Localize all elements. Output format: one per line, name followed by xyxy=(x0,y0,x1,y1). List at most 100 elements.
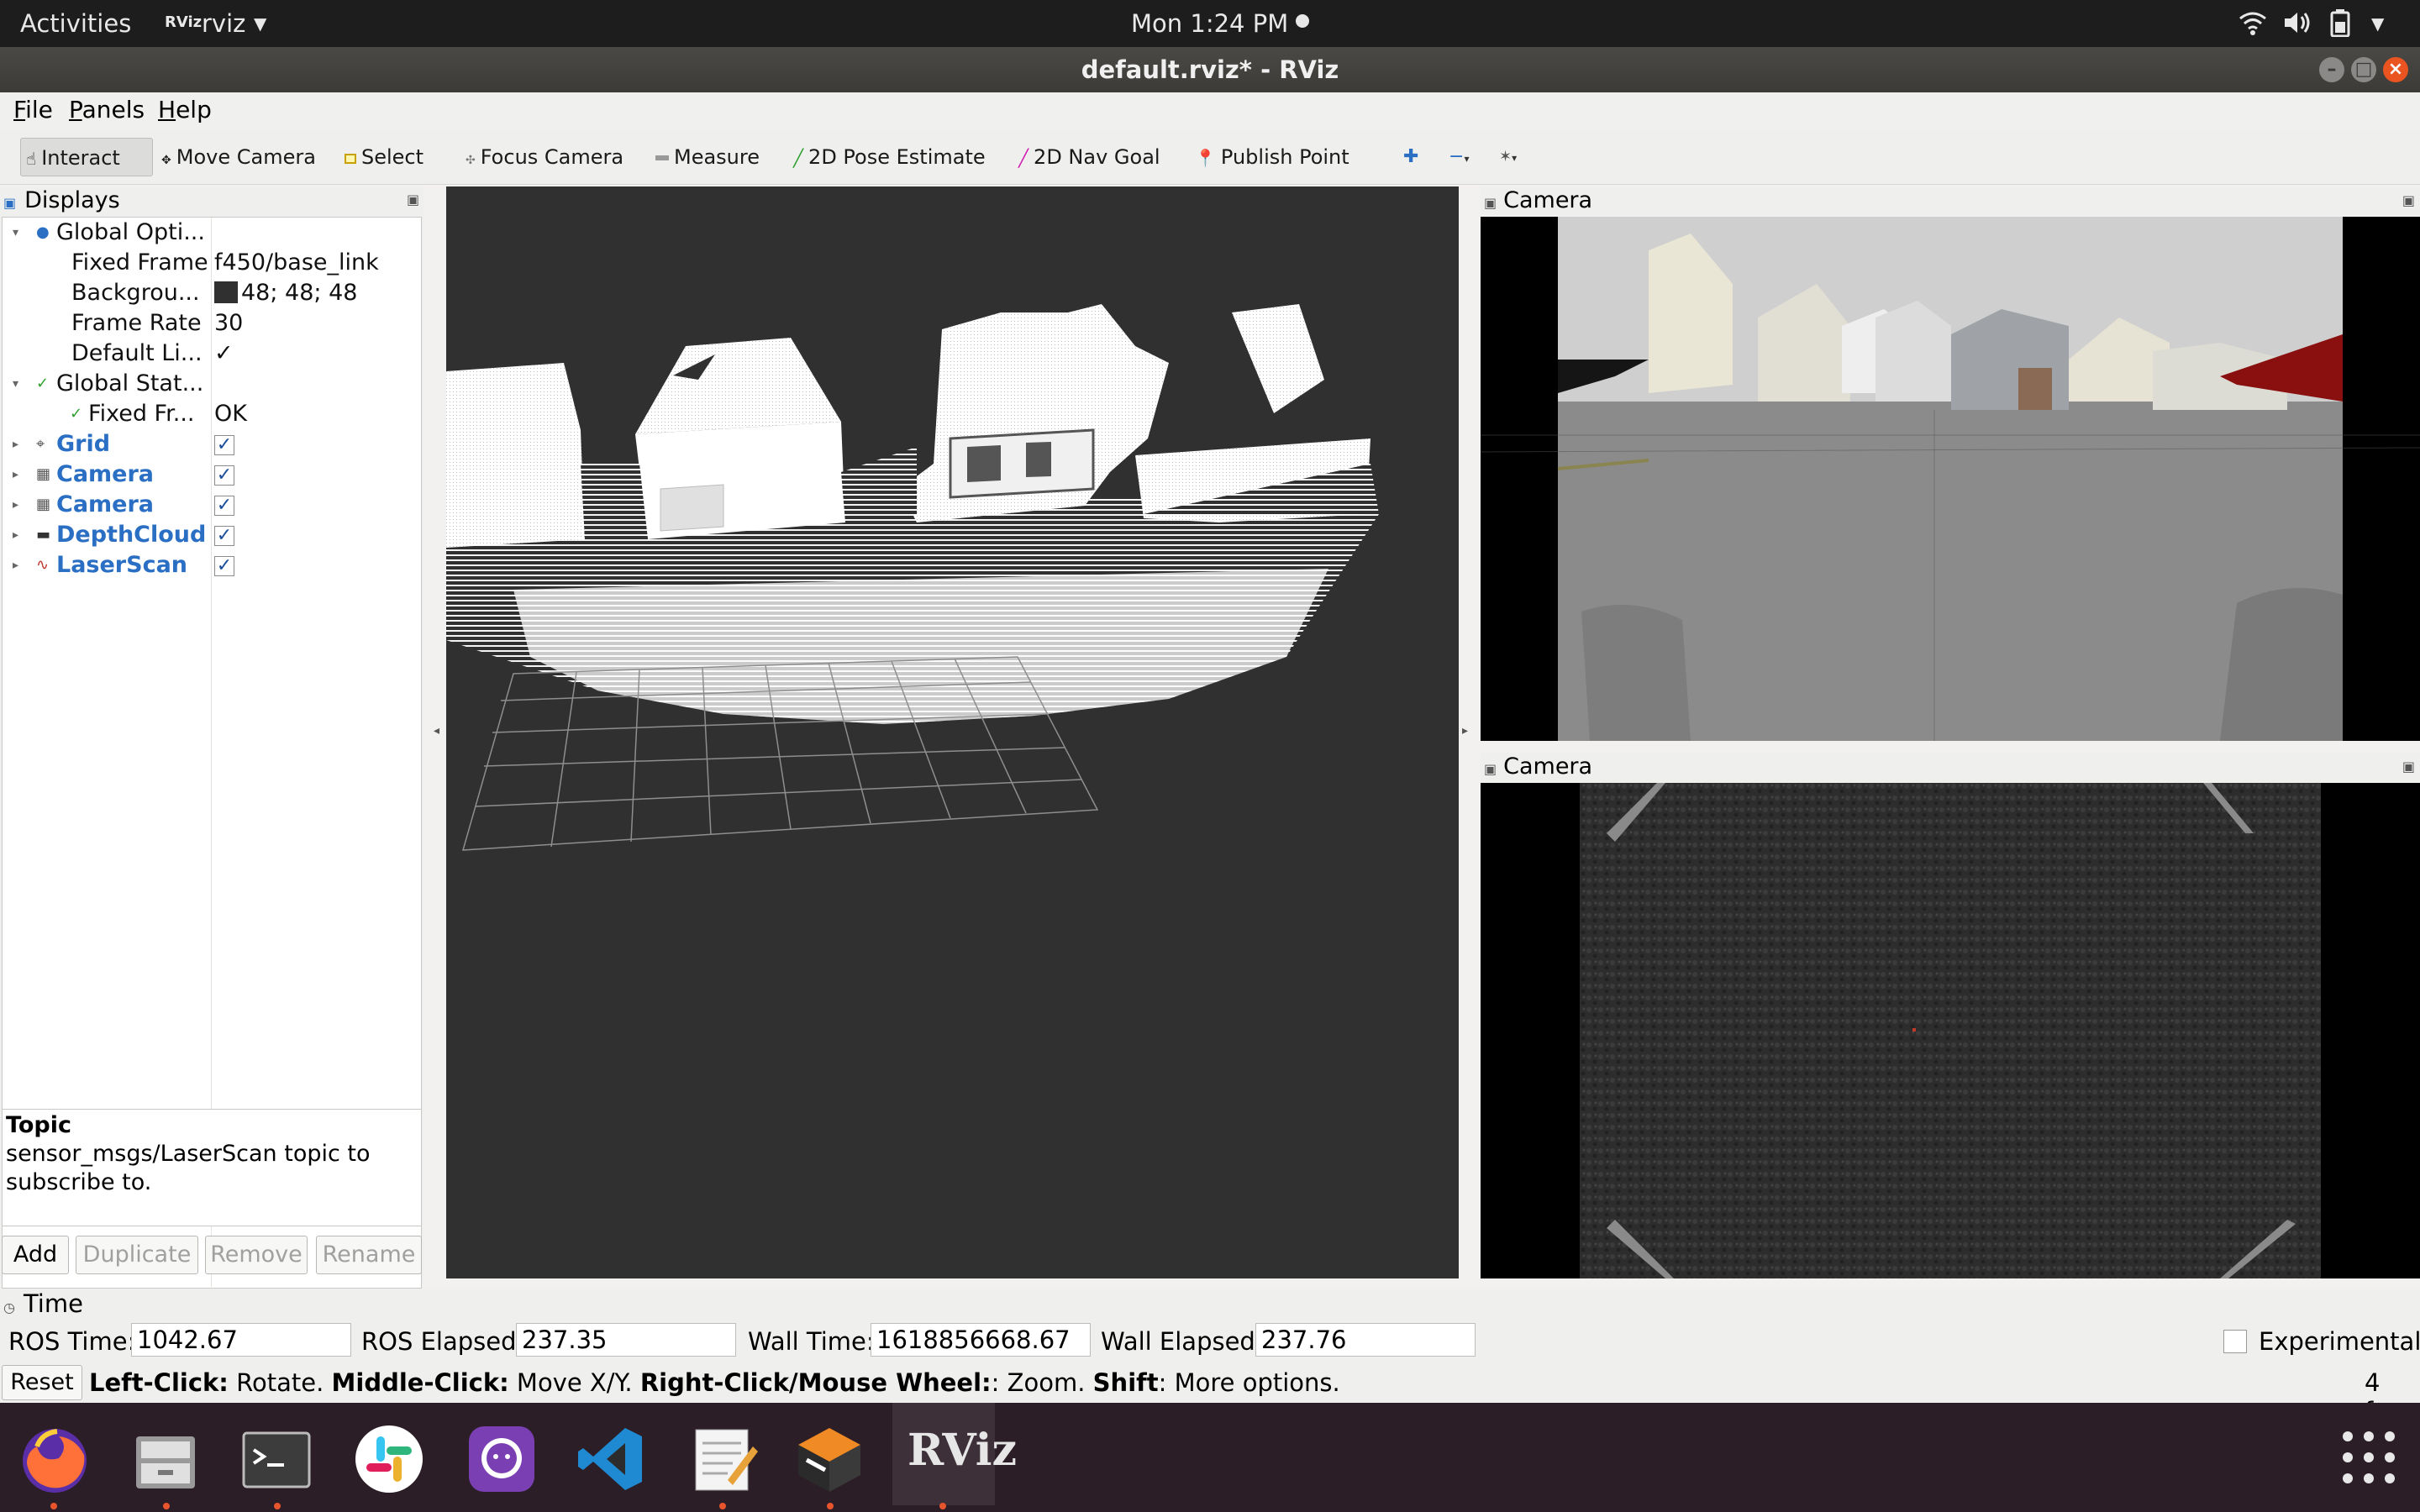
remove-tool-icon[interactable]: −▾ xyxy=(1444,138,1474,176)
expand-arrow-icon[interactable]: ▸ xyxy=(13,490,18,520)
tool-focus-camera[interactable]: ✣ Focus Camera xyxy=(460,138,629,176)
experimental-checkbox[interactable] xyxy=(2223,1330,2247,1353)
volume-icon[interactable] xyxy=(2282,10,2312,35)
camera-image-down[interactable] xyxy=(1481,783,2420,1278)
software-box-icon[interactable] xyxy=(792,1421,867,1497)
checkbox-checked[interactable]: ✓ xyxy=(214,339,234,369)
tree-row-name: Fixed Frame xyxy=(71,249,208,276)
expand-arrow-icon[interactable]: ▾ xyxy=(13,369,18,399)
tree-row-name: Fixed Fr... xyxy=(88,401,195,427)
3d-render-view[interactable] xyxy=(446,186,1459,1278)
camera-image-front[interactable] xyxy=(1481,217,2420,741)
hint-key: Right-Click/Mouse Wheel: xyxy=(639,1368,992,1397)
tool-2d-nav-goal[interactable]: ╱ 2D Nav Goal xyxy=(1013,138,1165,176)
remove-display-button[interactable]: Remove xyxy=(205,1236,308,1274)
menu-help[interactable]: Help xyxy=(158,96,212,123)
tool-select[interactable]: Select xyxy=(339,138,429,176)
add-display-button[interactable]: Add xyxy=(2,1236,69,1274)
show-applications-icon[interactable] xyxy=(2339,1428,2398,1487)
system-menu-chevron-icon[interactable]: ▼ xyxy=(2371,13,2384,34)
tool-measure[interactable]: Measure xyxy=(650,138,765,176)
terminal-icon[interactable] xyxy=(239,1421,314,1497)
depth-camera-icon: ▬ xyxy=(36,526,51,543)
tree-row-default-light[interactable]: Default Li... ✓ xyxy=(3,339,421,369)
enable-checkbox[interactable]: ✓ xyxy=(214,465,234,486)
tool-publish-point[interactable]: 📍 Publish Point xyxy=(1190,138,1355,176)
tree-row-fixed-frame[interactable]: Fixed Frame f450/base_link xyxy=(3,248,421,278)
wall-time-field[interactable]: 1618856668.67 xyxy=(871,1323,1091,1357)
menu-panels[interactable]: Panels xyxy=(69,96,145,123)
duplicate-display-button[interactable]: Duplicate xyxy=(76,1236,198,1274)
tree-row-name: Backgrou... xyxy=(71,280,200,306)
enable-checkbox[interactable]: ✓ xyxy=(214,526,234,546)
tree-row-camera-1[interactable]: ▸ ▦ Camera ✓ xyxy=(3,459,421,490)
reset-button[interactable]: Reset xyxy=(2,1365,82,1400)
camera-panel-header: ▣ Camera ▣ xyxy=(1481,753,2420,781)
tree-row-laserscan[interactable]: ▸ ∿ LaserScan ✓ xyxy=(3,550,421,580)
tree-row-global-options[interactable]: ▾ ● Global Opti... xyxy=(3,218,421,248)
camera-type-icon[interactable]: ✶▾ xyxy=(1494,138,1522,176)
splitter-left-arrow-icon[interactable]: ◂ xyxy=(434,724,439,738)
tool-move-camera[interactable]: ✥ Move Camera xyxy=(156,138,321,176)
tree-row-name: DepthCloud xyxy=(56,522,207,548)
camera-panel-title: Camera xyxy=(1503,753,1593,780)
tree-row-grid[interactable]: ▸ ⌖ Grid ✓ xyxy=(3,429,421,459)
tree-row-background-color[interactable]: Backgrou... 48; 48; 48 xyxy=(3,278,421,308)
focus-camera-icon: ✣ xyxy=(466,154,476,167)
tree-row-global-status[interactable]: ▾ ✓ Global Stat... xyxy=(3,369,421,399)
tree-row-frame-rate[interactable]: Frame Rate 30 xyxy=(3,308,421,339)
splitter-right-arrow-icon[interactable]: ▸ xyxy=(1462,724,1468,738)
battery-icon[interactable] xyxy=(2329,8,2351,37)
tree-row-fixed-frame-status[interactable]: ✓ Fixed Fr... OK xyxy=(3,399,421,429)
tree-row-name: LaserScan xyxy=(56,552,188,578)
text-editor-icon[interactable] xyxy=(686,1421,761,1497)
down-camera-scene xyxy=(1580,783,2321,1278)
github-desktop-icon[interactable] xyxy=(464,1421,539,1497)
tree-row-camera-2[interactable]: ▸ ▦ Camera ✓ xyxy=(3,490,421,520)
window-title-bar[interactable]: default.rviz* - RViz – □ × xyxy=(0,47,2420,92)
minimize-icon[interactable]: – xyxy=(2319,57,2344,82)
add-tool-icon[interactable]: ✚ xyxy=(1398,138,1423,176)
clock[interactable]: Mon 1:24 PM xyxy=(1131,9,1288,38)
wall-elapsed-field[interactable]: 237.76 xyxy=(1255,1323,1476,1357)
enable-checkbox[interactable]: ✓ xyxy=(214,556,234,576)
enable-checkbox[interactable]: ✓ xyxy=(214,496,234,516)
hint-key: Shift xyxy=(1092,1368,1159,1397)
expand-arrow-icon[interactable]: ▸ xyxy=(13,520,18,550)
rviz-icon[interactable]: RViz xyxy=(892,1403,1017,1505)
ros-elapsed-field[interactable]: 237.35 xyxy=(516,1323,736,1357)
running-indicator xyxy=(274,1503,281,1509)
files-icon[interactable] xyxy=(128,1421,203,1497)
tree-row-value[interactable]: f450/base_link xyxy=(214,248,379,278)
firefox-icon[interactable] xyxy=(17,1421,92,1497)
enable-checkbox[interactable]: ✓ xyxy=(214,435,234,455)
panel-close-icon[interactable]: ▣ xyxy=(2402,753,2415,781)
tree-row-value[interactable]: 30 xyxy=(214,308,243,339)
tool-label: Publish Point xyxy=(1220,145,1349,169)
time-panel-header: ◷ Time xyxy=(3,1289,83,1318)
app-menu-label[interactable]: rviz xyxy=(202,9,245,38)
wifi-icon[interactable] xyxy=(2238,10,2267,35)
expand-arrow-icon[interactable]: ▸ xyxy=(13,550,18,580)
slack-icon[interactable] xyxy=(351,1421,427,1497)
rename-display-button[interactable]: Rename xyxy=(316,1236,422,1274)
chevron-down-icon[interactable]: ▼ xyxy=(254,13,266,34)
activities-button[interactable]: Activities xyxy=(20,9,131,38)
tool-2d-pose-estimate[interactable]: ╱ 2D Pose Estimate xyxy=(788,138,991,176)
running-indicator xyxy=(827,1503,834,1509)
expand-arrow-icon[interactable]: ▸ xyxy=(13,429,18,459)
vscode-icon[interactable] xyxy=(573,1421,649,1497)
tool-label: Measure xyxy=(674,145,760,169)
tree-row-value[interactable]: 48; 48; 48 xyxy=(214,278,357,308)
tool-interact[interactable]: ☝ Interact xyxy=(20,138,153,176)
expand-arrow-icon[interactable]: ▾ xyxy=(13,218,18,248)
expand-arrow-icon[interactable]: ▸ xyxy=(13,459,18,490)
tree-row-depthcloud[interactable]: ▸ ▬ DepthCloud ✓ xyxy=(3,520,421,550)
maximize-icon[interactable]: □ xyxy=(2351,57,2376,82)
ros-time-field[interactable]: 1042.67 xyxy=(131,1323,351,1357)
hint-text: Rotate. xyxy=(228,1368,332,1397)
panel-close-icon[interactable]: ▣ xyxy=(407,192,419,207)
menu-file[interactable]: File xyxy=(13,96,53,123)
close-icon[interactable]: × xyxy=(2383,57,2408,82)
panel-close-icon[interactable]: ▣ xyxy=(2402,186,2415,215)
